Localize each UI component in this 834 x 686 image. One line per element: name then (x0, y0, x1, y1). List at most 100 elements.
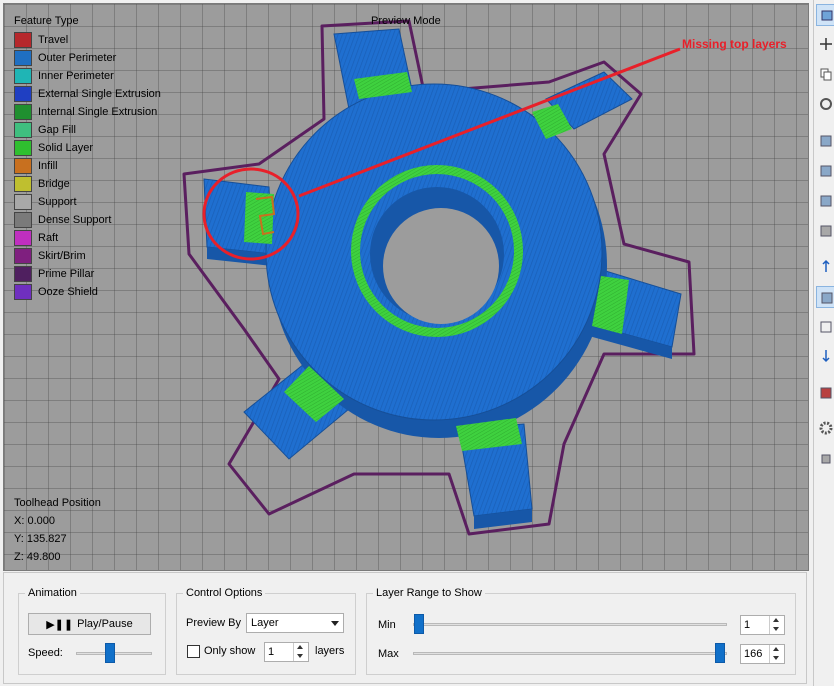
legend-item: Dense Support (14, 211, 161, 229)
cube-front-icon[interactable] (816, 130, 834, 152)
legend-label: Inner Perimeter (38, 70, 114, 82)
view-icon[interactable] (816, 4, 834, 26)
play-pause-icon: ▶❚❚ (46, 618, 74, 631)
toolhead-title: Toolhead Position (14, 497, 101, 509)
max-slider-track[interactable] (413, 652, 727, 655)
max-spinbox[interactable]: 166 (740, 644, 785, 664)
min-spinbox[interactable]: 1 (740, 615, 785, 635)
legend-swatch (14, 176, 32, 192)
right-toolbar (813, 0, 834, 686)
legend-label: Gap Fill (38, 124, 76, 136)
legend-item: Inner Perimeter (14, 67, 161, 85)
wireframe-icon[interactable] (816, 316, 834, 338)
solid-view-icon[interactable] (816, 286, 834, 308)
legend-swatch (14, 194, 32, 210)
legend-item: Bridge (14, 175, 161, 193)
preview-by-select[interactable]: Layer (246, 613, 344, 633)
legend-item: Travel (14, 31, 161, 49)
max-slider-thumb[interactable] (715, 643, 725, 663)
legend-swatch (14, 230, 32, 246)
cube-top-icon[interactable] (816, 190, 834, 212)
layer-range-group: Layer Range to Show (366, 587, 796, 675)
cube-iso-icon[interactable] (816, 220, 834, 242)
legend-swatch (14, 122, 32, 138)
min-slider-thumb[interactable] (414, 614, 424, 634)
legend-label: Solid Layer (38, 142, 94, 154)
only-show-checkbox[interactable] (187, 645, 200, 658)
only-show-stepper[interactable] (293, 643, 308, 661)
toolhead-z: Z: 49.800 (14, 551, 61, 563)
legend-swatch (14, 248, 32, 264)
legend-item: Gap Fill (14, 121, 161, 139)
rotate-icon[interactable] (816, 94, 834, 116)
feature-type-legend: Feature Type Travel Outer Perimeter Inner … (14, 15, 161, 301)
preview-mode-label: Preview Mode (371, 15, 441, 27)
legend-label: Prime Pillar (38, 268, 95, 280)
legend-swatch (14, 158, 32, 174)
play-pause-label: Play/Pause (77, 618, 133, 630)
legend-label: Raft (38, 232, 59, 244)
color-cube-icon[interactable] (816, 382, 834, 404)
arrow-down-icon[interactable] (816, 346, 834, 368)
legend-item: External Single Extrusion (14, 85, 161, 103)
legend-title: Feature Type (14, 15, 79, 27)
speed-label: Speed: (28, 647, 63, 659)
legend-label: Travel (38, 34, 69, 46)
copy-icon[interactable] (816, 64, 834, 86)
legend-label: Bridge (38, 178, 70, 190)
legend-swatch (14, 32, 32, 48)
toolhead-y: Y: 135.827 (14, 533, 67, 545)
legend-item: Raft (14, 229, 161, 247)
max-label: Max (378, 648, 399, 660)
spin-down-icon[interactable] (294, 652, 308, 661)
legend-swatch (14, 86, 32, 102)
max-stepper[interactable] (769, 645, 784, 663)
legend-swatch (14, 266, 32, 282)
legend-label: Internal Single Extrusion (38, 106, 158, 118)
spin-down-icon[interactable] (770, 625, 784, 634)
toolhead-x: X: 0.000 (14, 515, 55, 527)
axis-icon[interactable] (816, 256, 834, 278)
preview-by-value: Layer (251, 617, 279, 629)
preview-viewport[interactable]: Feature Type Travel Outer Perimeter Inner … (3, 3, 809, 571)
cube-side-icon[interactable] (816, 160, 834, 182)
min-slider-track[interactable] (413, 623, 727, 626)
play-pause-button[interactable]: ▶❚❚ Play/Pause (28, 613, 151, 635)
legend-label: Ooze Shield (38, 286, 98, 298)
min-stepper[interactable] (769, 616, 784, 634)
legend-label: Dense Support (38, 214, 112, 226)
legend-swatch (14, 212, 32, 228)
legend-swatch (14, 68, 32, 84)
toolhead-position: Toolhead Position X: 0.000 Y: 135.827 Z:… (14, 494, 101, 566)
settings-icon[interactable] (816, 418, 834, 440)
spin-up-icon[interactable] (770, 616, 784, 625)
only-show-spinbox[interactable]: 1 (264, 642, 309, 662)
speed-slider-thumb[interactable] (105, 643, 115, 663)
legend-item: Support (14, 193, 161, 211)
legend-swatch (14, 140, 32, 156)
spin-up-icon[interactable] (770, 645, 784, 654)
legend-item: Solid Layer (14, 139, 161, 157)
legend-label: Outer Perimeter (38, 52, 117, 64)
spin-down-icon[interactable] (770, 654, 784, 663)
move-icon[interactable] (816, 34, 834, 56)
legend-label: Infill (38, 160, 58, 172)
legend-item: Skirt/Brim (14, 247, 161, 265)
min-value: 1 (744, 619, 751, 631)
control-options-group-label: Control Options (186, 587, 263, 599)
small-cube-icon[interactable] (816, 448, 834, 470)
spin-up-icon[interactable] (294, 643, 308, 652)
legend-swatch (14, 50, 32, 66)
legend-swatch (14, 284, 32, 300)
legend-item: Infill (14, 157, 161, 175)
layers-label: layers (315, 645, 345, 657)
annotation-text: Missing top layers (682, 37, 787, 51)
legend-item: Prime Pillar (14, 265, 161, 283)
legend-item: Ooze Shield (14, 283, 161, 301)
preview-controls-panel: Animation ▶❚❚ Play/Pause Speed: Control … (3, 572, 807, 684)
max-value: 166 (744, 648, 763, 660)
min-label: Min (378, 619, 396, 631)
legend-swatch (14, 104, 32, 120)
legend-label: Skirt/Brim (38, 250, 86, 262)
preview-by-label: Preview By (186, 617, 242, 629)
